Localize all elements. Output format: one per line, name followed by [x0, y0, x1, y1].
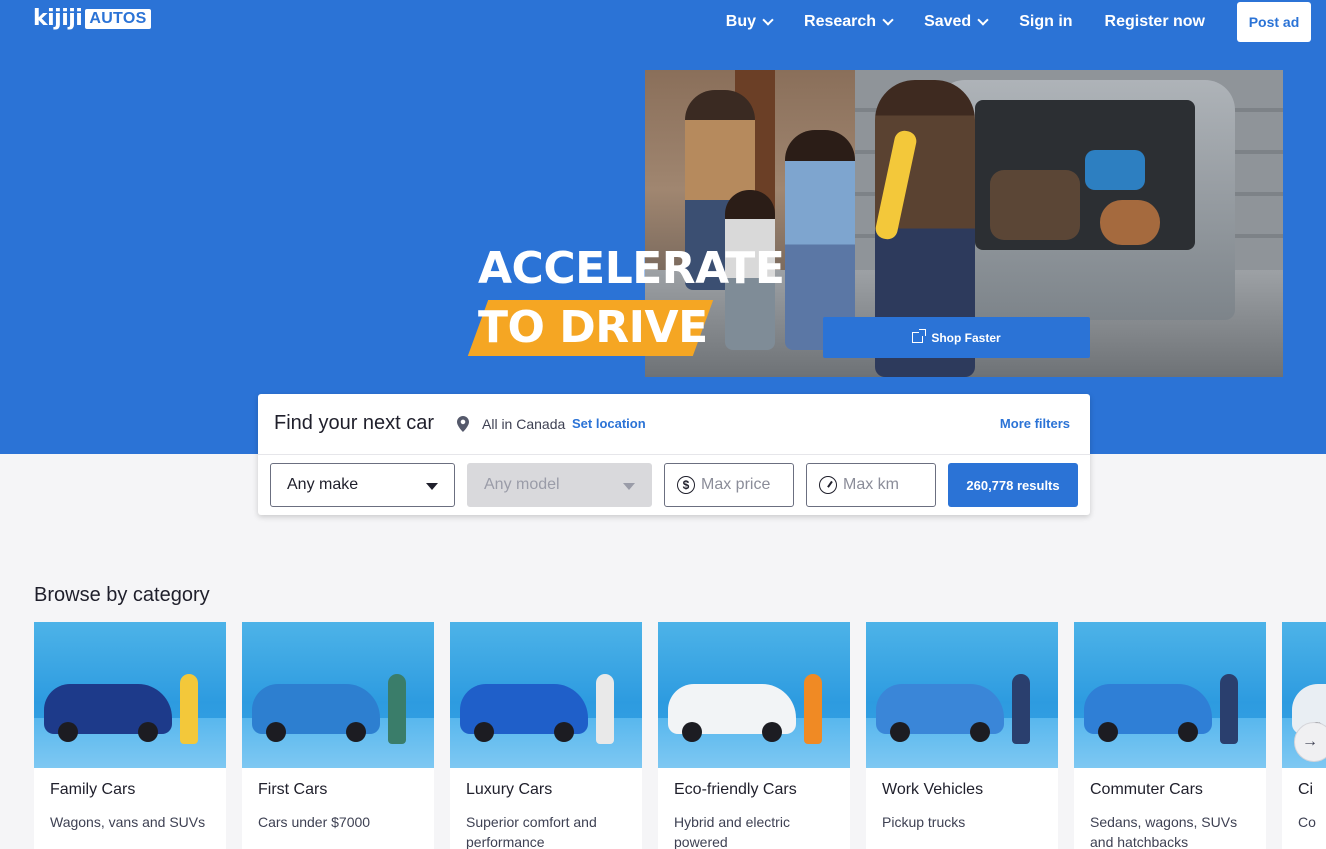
category-name: Family Cars: [50, 781, 136, 798]
model-select-value: Any model: [484, 476, 560, 493]
shop-faster-button[interactable]: Shop Faster: [823, 317, 1090, 358]
hero-headline-line2: TO DRIVE: [478, 302, 708, 353]
category-image: [866, 622, 1058, 768]
odometer-icon: [819, 476, 837, 494]
category-description: Sedans, wagons, SUVs and hatchbacks: [1090, 814, 1238, 849]
browse-title: Browse by category: [34, 584, 210, 606]
chevron-down-icon: [882, 14, 894, 26]
external-link-icon: [912, 329, 927, 343]
make-select-value: Any make: [287, 476, 359, 493]
category-name: Eco-friendly Cars: [674, 781, 797, 798]
max-km-field[interactable]: Max km: [806, 463, 936, 507]
post-ad-button[interactable]: Post ad: [1237, 2, 1311, 42]
max-price-field[interactable]: $ Max price: [664, 463, 794, 507]
category-image: [450, 622, 642, 768]
category-description: Wagons, vans and SUVs: [50, 814, 206, 830]
search-title: Find your next car: [274, 412, 435, 434]
nav-register[interactable]: Register now: [1105, 13, 1205, 31]
nav-buy-label: Buy: [725, 13, 757, 30]
top-navigation: kijiji AUTOS Buy Research Saved Sign in …: [0, 0, 1326, 44]
category-card[interactable]: Commuter Cars Sedans, wagons, SUVs and ha…: [1074, 622, 1266, 849]
category-name: Luxury Cars: [466, 781, 553, 798]
category-image: [658, 622, 850, 768]
category-image: [1074, 622, 1266, 768]
nav-research-label: Research: [804, 13, 877, 30]
carousel-next-button[interactable]: →: [1294, 722, 1326, 762]
category-image: [242, 622, 434, 768]
category-carousel: Family Cars Wagons, vans and SUVs First Ca…: [34, 622, 1326, 849]
hero-headline-line1: ACCELERATE: [478, 243, 785, 294]
nav-sign-in-label: Sign in: [1019, 13, 1073, 30]
arrow-right-icon: →: [1302, 733, 1318, 750]
category-name: Work Vehicles: [882, 781, 984, 798]
nav-register-label: Register now: [1104, 13, 1205, 30]
chevron-down-icon: [762, 14, 774, 26]
nav-saved-label: Saved: [924, 13, 972, 30]
set-location-link[interactable]: Set location: [572, 416, 646, 431]
category-description: Cars under $7000: [258, 814, 371, 830]
category-card[interactable]: Family Cars Wagons, vans and SUVs: [34, 622, 226, 849]
category-name: First Cars: [258, 781, 328, 798]
category-description: Hybrid and electric powered: [674, 814, 790, 849]
dollar-icon: $: [677, 476, 695, 494]
main-nav: Buy Research Saved Sign in Register now …: [726, 2, 1311, 42]
logo-autos-badge: AUTOS: [85, 8, 151, 29]
divider: [258, 454, 1090, 455]
shop-faster-label: Shop Faster: [931, 330, 1001, 345]
more-filters-link[interactable]: More filters: [1000, 416, 1070, 431]
category-description: Superior comfort and performance: [466, 814, 597, 849]
nav-research[interactable]: Research: [804, 13, 894, 31]
location-text: All in Canada: [482, 416, 566, 432]
max-price-placeholder: Max price: [701, 476, 771, 493]
kijiji-autos-logo[interactable]: kijiji AUTOS: [33, 6, 151, 31]
make-select[interactable]: Any make: [270, 463, 455, 507]
category-image: [34, 622, 226, 768]
category-description: Pickup trucks: [882, 814, 966, 830]
search-card: Find your next car All in Canada Set loc…: [258, 394, 1090, 515]
nav-buy[interactable]: Buy: [725, 13, 774, 31]
caret-down-icon: [623, 483, 635, 490]
location-pin-icon: [457, 416, 469, 432]
category-card[interactable]: Luxury Cars Superior comfort and performa…: [450, 622, 642, 849]
category-description: Co: [1298, 814, 1316, 830]
category-card[interactable]: First Cars Cars under $7000: [242, 622, 434, 849]
category-name: Commuter Cars: [1090, 781, 1203, 798]
logo-kijiji-text: kijiji: [33, 6, 83, 31]
caret-down-icon: [426, 483, 438, 490]
category-card[interactable]: Work Vehicles Pickup trucks: [866, 622, 1058, 849]
category-card[interactable]: Eco-friendly Cars Hybrid and electric pow…: [658, 622, 850, 849]
nav-saved[interactable]: Saved: [924, 13, 989, 31]
model-select[interactable]: Any model: [467, 463, 652, 507]
results-button[interactable]: 260,778 results: [948, 463, 1078, 507]
chevron-down-icon: [977, 14, 989, 26]
category-name: Ci: [1298, 781, 1314, 798]
nav-sign-in[interactable]: Sign in: [1019, 13, 1072, 31]
max-km-placeholder: Max km: [843, 476, 899, 493]
